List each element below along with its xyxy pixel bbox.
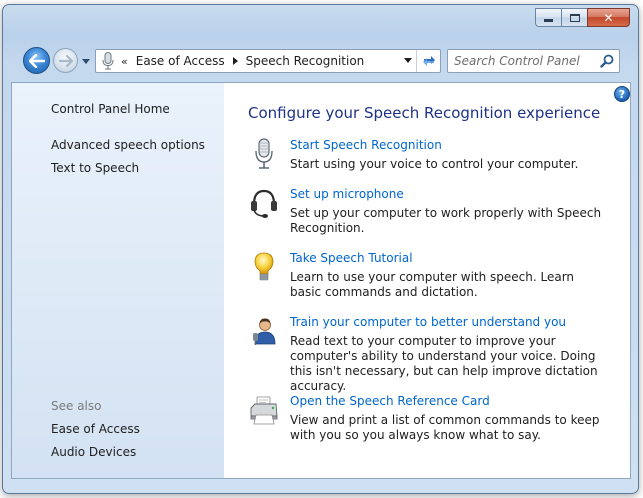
chevron-right-icon [232, 57, 238, 65]
close-button[interactable]: ✕ [587, 8, 630, 27]
task-description: Start using your voice to control your c… [290, 157, 579, 171]
content-area: Control Panel Home Advanced speech optio… [11, 82, 631, 479]
help-icon[interactable]: ? [614, 86, 630, 102]
breadcrumb-separator[interactable] [232, 57, 238, 65]
printer-icon [250, 396, 278, 425]
user-training-icon [253, 318, 276, 345]
address-overflow[interactable]: « [121, 55, 128, 68]
refresh-icon [422, 56, 435, 66]
task-description: Learn to use your computer with speech. … [290, 270, 575, 299]
minimize-icon [544, 19, 553, 22]
minimize-button[interactable] [535, 8, 561, 27]
forward-button[interactable] [53, 48, 78, 73]
train-computer-link[interactable]: Train your computer to better understand… [290, 315, 566, 329]
caption-buttons: ✕ [535, 8, 630, 27]
maximize-icon [569, 13, 580, 22]
start-speech-recognition-link[interactable]: Start Speech Recognition [290, 138, 442, 152]
see-also-heading: See also [51, 399, 102, 413]
text-to-speech-link[interactable]: Text to Speech [51, 161, 139, 175]
left-task-pane: Control Panel Home Advanced speech optio… [12, 83, 224, 478]
explorer-window: ✕ « Ease of Access Speech Recognition Se… [2, 4, 639, 494]
open-speech-reference-card-link[interactable]: Open the Speech Reference Card [290, 394, 490, 408]
main-pane: ? Configure your Speech Recognition expe… [224, 83, 630, 478]
search-box[interactable] [447, 49, 620, 73]
search-input[interactable] [454, 53, 594, 69]
forward-arrow-icon [58, 54, 73, 67]
back-button[interactable] [23, 47, 50, 74]
task-description: Read text to your computer to improve yo… [290, 334, 598, 393]
advanced-speech-options-link[interactable]: Advanced speech options [51, 138, 205, 152]
maximize-button[interactable] [561, 8, 587, 27]
search-icon[interactable] [600, 54, 614, 68]
address-bar[interactable]: « Ease of Access Speech Recognition [95, 49, 441, 73]
set-up-microphone-link[interactable]: Set up microphone [290, 187, 404, 201]
refresh-button[interactable] [416, 50, 440, 72]
close-icon: ✕ [603, 10, 614, 25]
chevron-down-icon [82, 58, 90, 64]
task-description: View and print a list of common commands… [290, 413, 600, 442]
microphone-icon [255, 138, 273, 169]
see-also-audio-devices-link[interactable]: Audio Devices [51, 445, 136, 459]
address-dropdown-icon[interactable] [404, 58, 412, 63]
lightbulb-icon [254, 252, 274, 281]
recent-pages-dropdown[interactable] [81, 57, 91, 65]
page-title: Configure your Speech Recognition experi… [248, 104, 601, 122]
navigation-toolbar: « Ease of Access Speech Recognition [3, 43, 638, 79]
task-description: Set up your computer to work properly wi… [290, 206, 602, 235]
control-panel-home-link[interactable]: Control Panel Home [51, 102, 170, 116]
microphone-icon [99, 50, 117, 72]
see-also-ease-of-access-link[interactable]: Ease of Access [51, 422, 140, 436]
back-arrow-icon [28, 53, 45, 68]
take-speech-tutorial-link[interactable]: Take Speech Tutorial [290, 251, 413, 265]
breadcrumb-speech-recognition[interactable]: Speech Recognition [246, 54, 365, 68]
headset-icon [251, 189, 277, 218]
breadcrumb-ease-of-access[interactable]: Ease of Access [136, 54, 225, 68]
